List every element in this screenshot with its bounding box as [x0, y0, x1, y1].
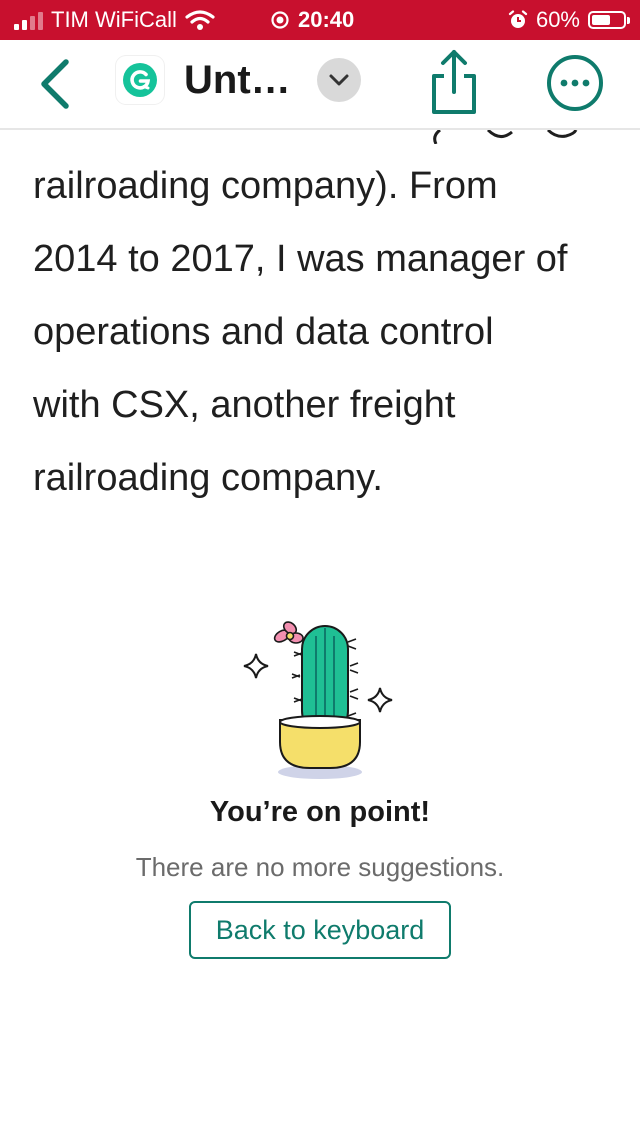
- chevron-down-icon[interactable]: [316, 58, 361, 102]
- empty-state-subtitle: There are no more suggestions.: [135, 852, 505, 882]
- document-title[interactable]: Unt…: [184, 58, 291, 103]
- document-text[interactable]: railroading company). From 2014 to 2017,…: [33, 150, 623, 550]
- grammarly-logo-icon: [116, 56, 164, 104]
- document-title-dropdown[interactable]: Unt…: [116, 56, 361, 104]
- more-options-icon[interactable]: [546, 54, 604, 112]
- location-icon: [271, 11, 289, 29]
- scrolled-text-fragment: [0, 130, 640, 144]
- carrier-name: TIM WiFiCall: [51, 7, 177, 32]
- document-line: 2014 to 2017, I was manager of: [33, 238, 568, 280]
- back-to-keyboard-button[interactable]: Back to keyboard: [189, 901, 451, 959]
- document-line: railroading company). From: [33, 165, 498, 207]
- back-chevron-icon[interactable]: [30, 56, 80, 112]
- share-icon[interactable]: [424, 48, 484, 118]
- cellular-signal-icon: [14, 10, 43, 30]
- nav-bar: Unt…: [0, 40, 640, 130]
- battery-icon: [588, 11, 630, 29]
- battery-percent: 60%: [535, 7, 580, 32]
- status-bar: TIM WiFiCall 20:40 60%: [0, 0, 640, 40]
- document-line: with CSX, another freight: [33, 384, 456, 426]
- clock: 20:40: [298, 7, 355, 32]
- alarm-icon: [508, 10, 528, 28]
- cactus-illustration-icon: [243, 621, 393, 779]
- empty-state-title: You’re on point!: [209, 796, 431, 828]
- wifi-icon: [185, 10, 215, 30]
- document-line: operations and data control: [33, 311, 494, 353]
- document-line: railroading company.: [33, 457, 383, 499]
